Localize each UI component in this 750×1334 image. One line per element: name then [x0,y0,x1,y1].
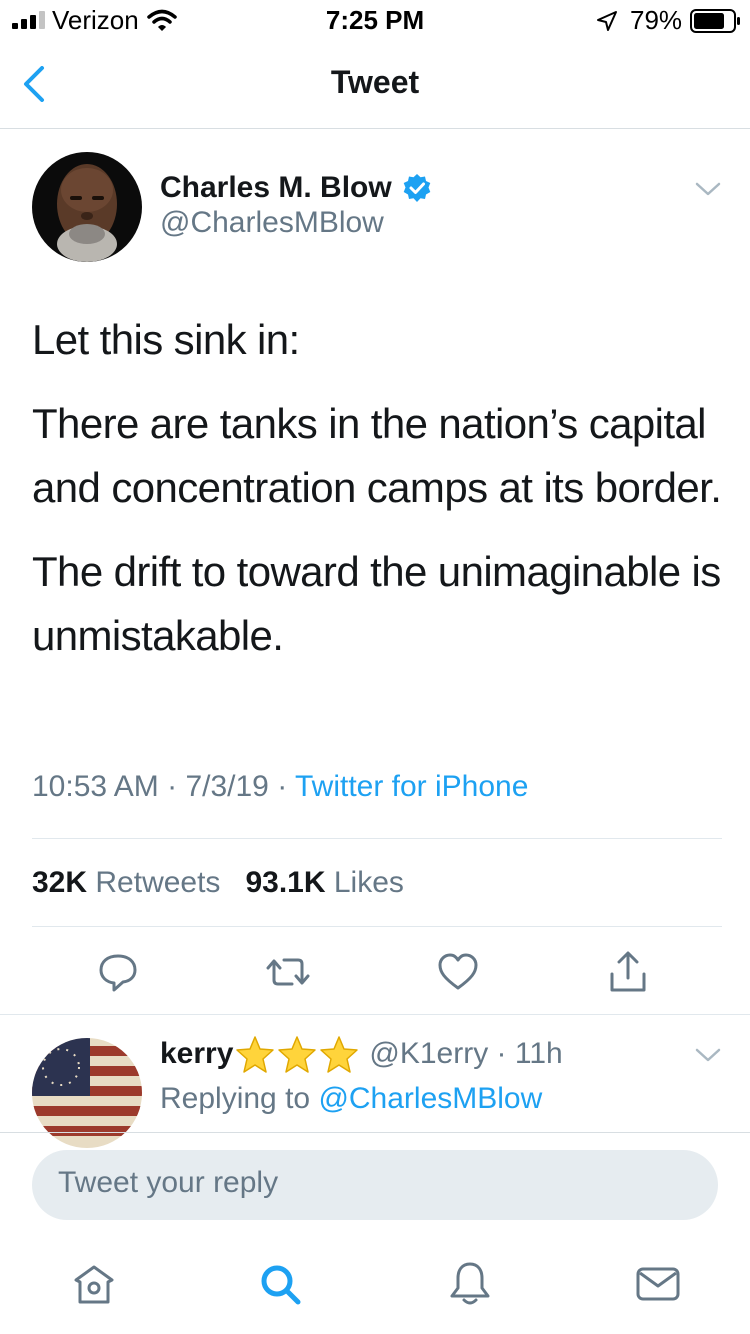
retweets-count: 32K [32,866,88,899]
tweet-date: 7/3/19 [185,770,269,803]
compose-placeholder: Tweet your reply [58,1166,279,1199]
tweet-options-chevron-icon[interactable] [694,180,722,198]
tweet-text: Let this sink in: There are tanks in the… [32,308,722,688]
tweet-paragraph: The drift to toward the unimaginable is … [32,548,721,659]
compose-divider [0,1132,750,1133]
author-name-row[interactable]: Charles M. Blow [160,168,432,208]
star-emoji-icon [320,1036,359,1073]
reply-header: kerry @K1erry · 11h [160,1034,563,1074]
meta-separator: · [158,770,186,803]
page-title: Tweet [330,64,420,100]
likes-count: 93.1K [245,866,326,899]
divider [32,838,722,839]
tweet-source-link[interactable]: Twitter for iPhone [295,770,528,803]
meta-separator: · [268,770,295,803]
replying-to: Replying to @CharlesMBlow [160,1082,542,1116]
reply-button[interactable] [96,950,140,994]
divider [0,1014,750,1015]
divider [32,926,722,927]
tweet-meta: 10:53 AM · 7/3/19 · Twitter for iPhone [32,770,528,804]
retweet-button[interactable] [266,950,310,994]
like-button[interactable] [436,950,480,994]
reply-options-chevron-icon[interactable] [694,1046,722,1064]
search-icon[interactable] [256,1260,304,1308]
location-arrow-icon [597,11,617,31]
likes-label: Likes [325,866,404,899]
share-button[interactable] [606,950,650,994]
star-emoji-icon [278,1036,317,1073]
verified-badge-icon [403,174,431,202]
replying-mention-link[interactable]: @CharlesMBlow [318,1082,542,1115]
tweet-stats: 32K Retweets 93.1K Likes [32,866,404,900]
reply-display-name[interactable]: kerry [160,1037,233,1071]
author-handle[interactable]: @CharlesMBlow [160,206,384,240]
replying-prefix: Replying to [160,1082,319,1115]
battery-icon [690,9,740,33]
notifications-icon[interactable] [446,1260,494,1308]
author-display-name: Charles M. Blow [160,171,392,204]
tweet-time: 10:53 AM [32,770,159,803]
avatar-image [32,152,142,262]
status-bar: Verizon 7:25 PM 79% [0,0,750,40]
tweet-paragraph: There are tanks in the nation’s capital … [32,400,722,511]
home-icon[interactable] [70,1260,118,1308]
battery-percent: 79% [630,5,683,35]
author-avatar[interactable] [32,152,142,262]
tweet-paragraph: Let this sink in: [32,316,300,363]
reply-handle-time: @K1erry · 11h [369,1037,563,1070]
messages-icon[interactable] [634,1260,682,1308]
retweets-stat[interactable]: 32K Retweets [32,866,220,899]
retweets-label: Retweets [87,866,221,899]
likes-stat[interactable]: 93.1K Likes [245,866,403,899]
star-emoji-icon [236,1036,275,1073]
nav-bar: Tweet [0,40,750,129]
reply-compose-input[interactable]: Tweet your reply [32,1150,718,1220]
